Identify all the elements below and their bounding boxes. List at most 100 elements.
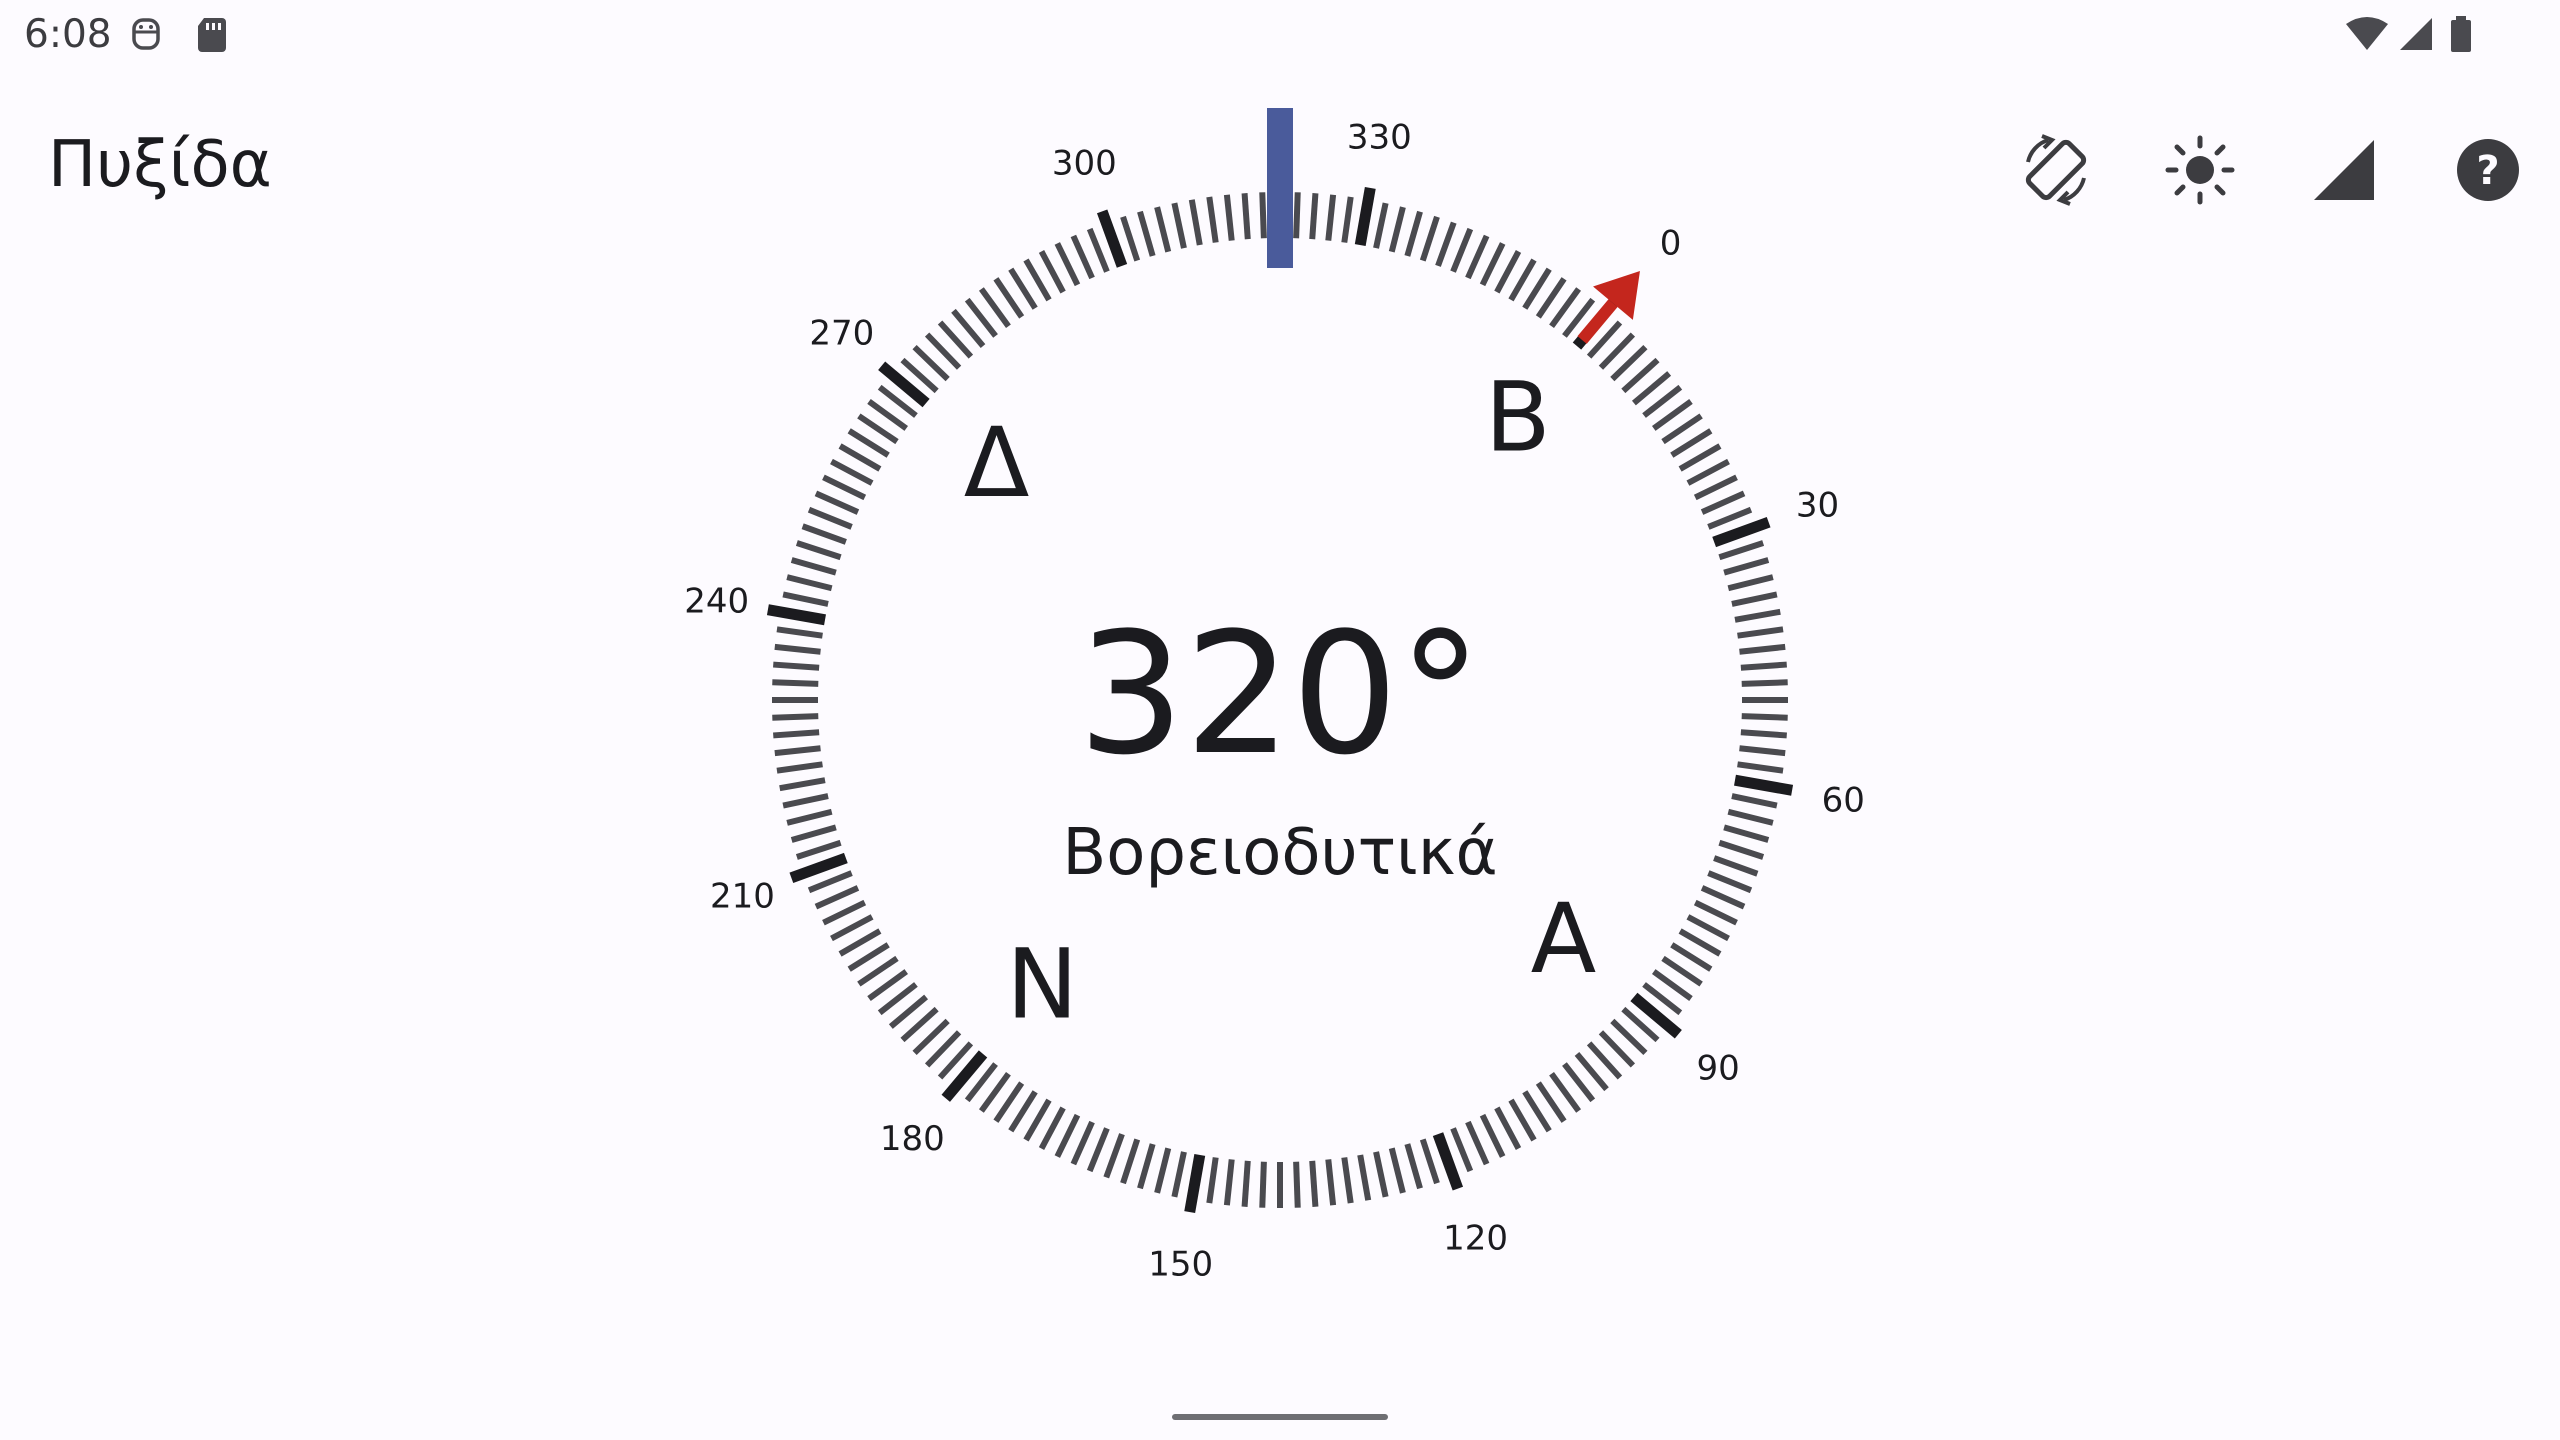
minor-tick xyxy=(1206,196,1219,243)
minor-tick xyxy=(1707,870,1753,894)
north-indicator-label: 0 xyxy=(1660,224,1682,264)
minor-tick xyxy=(1494,1106,1522,1150)
minor-tick xyxy=(1693,474,1738,501)
degree-label-180: 180 xyxy=(880,1119,945,1159)
minor-tick xyxy=(790,824,837,843)
minor-tick xyxy=(1731,591,1778,607)
minor-tick xyxy=(774,745,821,757)
minor-tick xyxy=(1404,1143,1423,1190)
minor-tick xyxy=(801,523,847,545)
minor-tick xyxy=(1086,1127,1110,1173)
minor-tick xyxy=(807,506,853,530)
minor-tick xyxy=(1038,1106,1066,1150)
heading-value: 320° xyxy=(1078,596,1483,792)
minor-tick xyxy=(1404,210,1423,257)
major-tick xyxy=(766,604,826,626)
minor-tick xyxy=(1737,761,1784,774)
minor-tick xyxy=(776,761,823,774)
minor-tick xyxy=(1686,914,1730,942)
minor-tick xyxy=(1171,202,1187,249)
cardinal-label-south: N xyxy=(1006,928,1078,1040)
minor-tick xyxy=(1727,808,1774,826)
degree-label-120: 120 xyxy=(1443,1219,1508,1259)
minor-tick xyxy=(1718,839,1765,860)
minor-tick xyxy=(1120,1138,1141,1185)
minor-tick xyxy=(830,458,874,486)
minor-tick xyxy=(779,777,826,792)
compass-dial: 30 60 90 120 150 180 210 240 270 300 330 B A N Δ 0 32… xyxy=(684,108,1865,1284)
minor-tick xyxy=(773,661,820,671)
minor-tick xyxy=(795,839,842,860)
minor-tick xyxy=(1388,206,1406,253)
minor-tick xyxy=(1707,506,1753,530)
minor-tick xyxy=(1373,202,1389,249)
minor-tick xyxy=(1700,885,1746,910)
cardinal-label-west: Δ xyxy=(964,407,1030,519)
minor-tick xyxy=(1086,227,1110,273)
minor-tick xyxy=(1054,1113,1081,1158)
minor-tick xyxy=(774,643,821,655)
minor-tick xyxy=(1741,713,1788,721)
minor-tick xyxy=(814,490,860,515)
minor-tick xyxy=(1259,1161,1267,1208)
minor-tick xyxy=(772,679,819,687)
degree-label-30: 30 xyxy=(1796,485,1839,525)
minor-tick xyxy=(773,729,820,739)
minor-tick xyxy=(782,793,829,809)
minor-tick xyxy=(1054,242,1081,287)
heading-direction: Βορειοδυτικά xyxy=(1062,816,1497,890)
minor-tick xyxy=(776,626,823,639)
minor-tick xyxy=(1419,1138,1440,1185)
minor-tick xyxy=(1739,745,1786,757)
minor-tick xyxy=(1038,250,1066,294)
minor-tick xyxy=(1154,206,1172,253)
minor-tick xyxy=(1450,1127,1474,1173)
degree-label-150: 150 xyxy=(1148,1244,1213,1284)
minor-tick xyxy=(1450,227,1474,273)
minor-tick xyxy=(1731,793,1778,809)
minor-tick xyxy=(1154,1147,1172,1194)
degree-label-210: 210 xyxy=(710,877,775,917)
minor-tick xyxy=(1293,192,1301,239)
minor-tick xyxy=(1241,193,1251,240)
minor-tick xyxy=(1357,1154,1372,1201)
minor-tick xyxy=(795,540,842,561)
minor-tick xyxy=(1419,215,1440,262)
minor-tick xyxy=(772,713,819,721)
compass-screen: 6:08 Πυξίδα ? 30 60 90 120 150 180 210 2… xyxy=(0,0,2560,1440)
minor-tick xyxy=(1293,1161,1301,1208)
minor-tick xyxy=(1388,1147,1406,1194)
minor-tick xyxy=(1465,234,1490,280)
minor-tick xyxy=(1120,215,1141,262)
minor-tick xyxy=(1223,194,1235,241)
minor-tick xyxy=(1479,1113,1506,1158)
minor-tick xyxy=(814,885,860,910)
major-tick xyxy=(1354,186,1376,246)
minor-tick xyxy=(1341,196,1354,243)
minor-tick xyxy=(1734,608,1781,623)
minor-tick xyxy=(1070,234,1095,280)
minor-tick xyxy=(822,474,867,501)
minor-tick xyxy=(790,557,837,576)
minor-tick xyxy=(1137,1143,1156,1190)
minor-tick xyxy=(1325,194,1337,241)
major-tick xyxy=(1432,1132,1464,1191)
degree-label-90: 90 xyxy=(1697,1049,1740,1089)
degree-label-270: 270 xyxy=(809,313,874,353)
minor-tick xyxy=(786,808,833,826)
minor-tick xyxy=(1070,1120,1095,1166)
minor-tick xyxy=(1741,679,1788,687)
minor-tick xyxy=(1693,899,1738,926)
degree-label-60: 60 xyxy=(1822,780,1865,820)
minor-tick xyxy=(1479,242,1506,287)
degree-label-330: 330 xyxy=(1347,118,1412,158)
gesture-nav-handle[interactable] xyxy=(1172,1414,1388,1420)
cardinal-label-north: B xyxy=(1485,362,1551,474)
major-tick xyxy=(1712,516,1771,548)
degree-label-240: 240 xyxy=(684,582,749,622)
minor-tick xyxy=(1494,250,1522,294)
minor-tick xyxy=(1727,574,1774,592)
minor-tick xyxy=(1723,557,1770,576)
major-tick xyxy=(1734,774,1794,796)
minor-tick xyxy=(1713,855,1759,877)
